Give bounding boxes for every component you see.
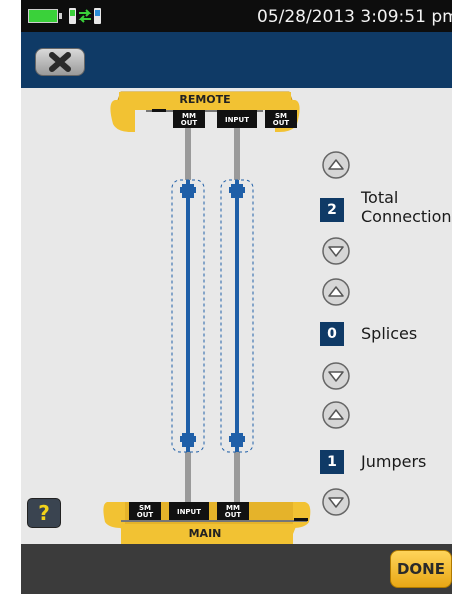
main-unit: SM OUT INPUT MM OUT MAIN — [103, 502, 311, 544]
done-button[interactable]: DONE — [390, 550, 452, 588]
fiber-link-right — [220, 128, 254, 504]
total-connections-down-button[interactable] — [322, 237, 350, 265]
svg-text:INPUT: INPUT — [225, 116, 249, 124]
svg-text:OUT: OUT — [225, 511, 242, 519]
remote-label: REMOTE — [179, 93, 230, 106]
battery-full-icon — [28, 9, 62, 23]
chevron-down-icon — [322, 362, 350, 390]
status-bar: 05/28/2013 3:09:51 pm — [21, 0, 452, 32]
jumpers-down-button[interactable] — [322, 488, 350, 516]
total-connections-up-button[interactable] — [322, 151, 350, 179]
close-x-icon — [49, 52, 71, 72]
status-datetime: 05/28/2013 3:09:51 pm — [257, 7, 452, 27]
instrument-link-icon — [69, 8, 101, 24]
total-connections-label: Total Connections — [361, 188, 452, 226]
splices-up-button[interactable] — [322, 278, 350, 306]
splices-value: 0 — [320, 322, 344, 346]
chevron-down-icon — [322, 237, 350, 265]
bottom-bar: DONE — [21, 544, 452, 594]
jumpers-up-button[interactable] — [322, 401, 350, 429]
svg-text:OUT: OUT — [137, 511, 154, 519]
chevron-up-icon — [322, 151, 350, 179]
chevron-up-icon — [322, 278, 350, 306]
svg-text:OUT: OUT — [273, 119, 290, 127]
chevron-down-icon — [322, 488, 350, 516]
splices-label: Splices — [361, 324, 418, 343]
total-connections-value: 2 — [320, 198, 344, 222]
title-bar — [21, 32, 452, 88]
svg-text:INPUT: INPUT — [177, 508, 201, 516]
main-label: MAIN — [189, 527, 222, 540]
device-screen: 05/28/2013 3:09:51 pm REMOTE MM OUT INPU… — [21, 0, 452, 594]
help-button[interactable]: ? — [27, 498, 61, 528]
splices-down-button[interactable] — [322, 362, 350, 390]
back-button[interactable] — [35, 48, 85, 76]
jumpers-label: Jumpers — [361, 452, 427, 471]
remote-unit: REMOTE MM OUT INPUT SM OUT — [110, 91, 300, 132]
svg-text:OUT: OUT — [181, 119, 198, 127]
fiber-path-diagram: REMOTE MM OUT INPUT SM OUT SM OUT INPUT … — [103, 91, 311, 544]
connection-setup-panel: REMOTE MM OUT INPUT SM OUT SM OUT INPUT … — [21, 88, 452, 544]
chevron-up-icon — [322, 401, 350, 429]
fiber-link-left — [171, 128, 205, 504]
jumpers-value: 1 — [320, 450, 344, 474]
